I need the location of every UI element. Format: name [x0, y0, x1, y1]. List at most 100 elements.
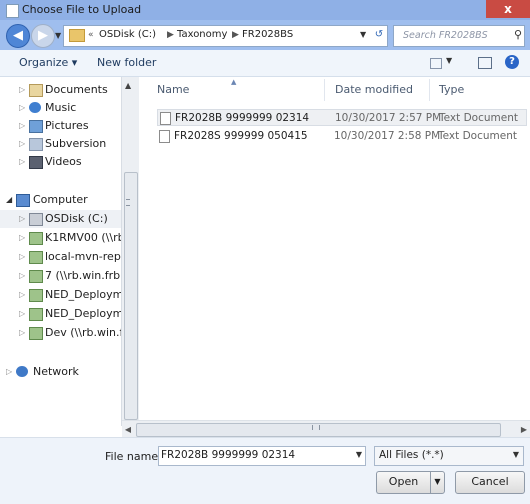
scroll-up-icon[interactable]: ▲ [125, 81, 131, 90]
file-name-value[interactable]: FR2028B 9999999 02314 [161, 449, 295, 461]
new-folder-button[interactable]: New folder [97, 56, 156, 69]
expand-arrow-icon[interactable]: ▷ [19, 121, 25, 130]
nav-item-ned-deployment-2[interactable]: ▷ NED_Deploymer [0, 305, 122, 323]
scroll-grip-icon [126, 199, 130, 206]
expand-arrow-icon[interactable]: ▷ [19, 85, 25, 94]
search-placeholder: Search FR2028BS [403, 30, 488, 41]
recent-crumb-chevron[interactable]: « [88, 30, 94, 40]
file-date: 10/30/2017 2:57 PM [335, 112, 442, 124]
nav-item-label: Pictures [45, 119, 89, 132]
refresh-button[interactable]: ↺ [371, 25, 387, 45]
expand-arrow-icon[interactable]: ▷ [19, 328, 25, 337]
organize-button[interactable]: Organize ▾ [19, 56, 77, 69]
file-type-filter[interactable]: All Files (*.*) ▼ [374, 446, 524, 466]
nav-item-documents[interactable]: ▷ Documents [0, 81, 122, 99]
crumb-chevron-icon[interactable]: ▶ [232, 30, 239, 40]
music-icon [29, 102, 41, 113]
expand-arrow-icon[interactable]: ▷ [19, 233, 25, 242]
nav-item-videos[interactable]: ▷ Videos [0, 153, 122, 171]
nav-item-network[interactable]: ▷ Network [0, 363, 122, 381]
column-header-name[interactable]: Name [157, 83, 189, 96]
crumb-taxonomy[interactable]: Taxonomy [177, 29, 227, 40]
crumb-chevron-icon[interactable]: ▶ [167, 30, 174, 40]
crumb-osdisk[interactable]: OSDisk (C:) [99, 29, 156, 40]
scroll-thumb[interactable] [124, 172, 138, 420]
file-name-dropdown-icon[interactable]: ▼ [356, 450, 362, 459]
nav-item-label: OSDisk (C:) [45, 212, 108, 225]
nav-item-label: Computer [33, 193, 88, 206]
file-name-label: File name: [105, 450, 162, 463]
nav-item-subversion[interactable]: ▷ Subversion [0, 135, 122, 153]
help-icon[interactable]: ? [505, 55, 519, 69]
nav-item-music[interactable]: ▷ Music [0, 99, 122, 117]
scroll-right-icon[interactable]: ▶ [518, 421, 530, 438]
network-icon [16, 366, 28, 377]
expand-arrow-icon[interactable]: ▷ [19, 309, 25, 318]
nav-pane-scrollbar[interactable]: ▲ [121, 77, 139, 426]
nav-item-pictures[interactable]: ▷ Pictures [0, 117, 122, 135]
file-row[interactable]: FR2028B 9999999 02314 10/30/2017 2:57 PM… [157, 109, 527, 126]
recent-locations-dropdown[interactable]: ▼ [55, 31, 61, 40]
expand-arrow-icon[interactable]: ▷ [19, 139, 25, 148]
network-drive-icon [29, 251, 43, 264]
file-type: Text Document [439, 112, 518, 124]
file-name-input[interactable]: FR2028B 9999999 02314 ▼ [158, 446, 366, 466]
search-box[interactable]: Search FR2028BS ⚲ [393, 25, 525, 47]
nav-item-dev[interactable]: ▷ Dev (\\rb.win.frb. [0, 324, 122, 342]
address-dropdown-icon[interactable]: ▼ [360, 30, 366, 39]
nav-item-label: Subversion [45, 137, 107, 150]
nav-item-osdisk[interactable]: ▷ OSDisk (C:) [0, 210, 122, 228]
expand-arrow-icon[interactable]: ▷ [19, 103, 25, 112]
expand-arrow-icon[interactable]: ▷ [19, 157, 25, 166]
collapse-arrow-icon[interactable]: ◢ [6, 195, 12, 204]
open-button[interactable]: Open [376, 471, 430, 494]
subversion-icon [29, 138, 43, 151]
nav-item-label: Network [33, 365, 79, 378]
open-options-dropdown[interactable]: ▼ [430, 471, 445, 494]
expand-arrow-icon[interactable]: ▷ [19, 271, 25, 280]
address-bar[interactable]: « OSDisk (C:) ▶ Taxonomy ▶ FR2028BS ▼ [63, 25, 388, 47]
nav-item-label: Dev (\\rb.win.frb. [45, 326, 122, 339]
preview-pane-icon[interactable] [478, 57, 492, 69]
cancel-button[interactable]: Cancel [455, 471, 525, 494]
nav-item-ned-deployment-1[interactable]: ▷ NED_Deploymer [0, 286, 122, 304]
nav-item-label: NED_Deploymer [45, 288, 122, 301]
back-button[interactable]: ◀ [6, 24, 30, 48]
filter-dropdown-icon[interactable]: ▼ [513, 450, 519, 459]
text-file-icon [159, 130, 170, 143]
expand-arrow-icon[interactable]: ▷ [19, 214, 25, 223]
nav-item-computer[interactable]: ◢ Computer [0, 191, 122, 209]
pictures-icon [29, 120, 43, 133]
change-view-icon[interactable] [430, 58, 442, 69]
title-bar: Choose File to Upload x [0, 0, 530, 20]
file-type-filter-value: All Files (*.*) [379, 449, 444, 461]
nav-item-label: Music [45, 101, 77, 114]
expand-arrow-icon[interactable]: ▷ [19, 290, 25, 299]
view-dropdown-icon[interactable]: ▼ [446, 56, 452, 65]
expand-arrow-icon[interactable]: ▷ [19, 252, 25, 261]
nav-item-label: 7 (\\rb.win.frb.org [45, 269, 122, 282]
column-header-date[interactable]: Date modified [335, 83, 413, 96]
column-divider[interactable] [324, 79, 325, 101]
dialog-icon [6, 4, 19, 18]
network-drive-icon [29, 232, 43, 245]
crumb-fr2028bs[interactable]: FR2028BS [242, 29, 293, 40]
column-header-type[interactable]: Type [439, 83, 464, 96]
expand-arrow-icon[interactable]: ▷ [6, 367, 12, 376]
scroll-left-icon[interactable]: ◀ [122, 421, 134, 438]
network-drive-icon [29, 308, 43, 321]
forward-button[interactable]: ▶ [31, 24, 55, 48]
sort-indicator-icon: ▲ [231, 78, 237, 86]
search-icon[interactable]: ⚲ [514, 28, 522, 41]
videos-icon [29, 156, 43, 169]
drive-icon [29, 213, 43, 226]
nav-item-7[interactable]: ▷ 7 (\\rb.win.frb.org [0, 267, 122, 285]
horizontal-scrollbar[interactable]: ◀ ▶ [122, 420, 530, 438]
file-row[interactable]: FR2028S 999999 050415 10/30/2017 2:58 PM… [157, 128, 527, 145]
network-drive-icon [29, 270, 43, 283]
close-button[interactable]: x [486, 0, 530, 18]
nav-item-local-mvn-repo[interactable]: ▷ local-mvn-repo ( [0, 248, 122, 266]
nav-item-k1rmv00[interactable]: ▷ K1RMV00 (\\rb.w [0, 229, 122, 247]
nav-item-label: K1RMV00 (\\rb.w [45, 231, 122, 244]
column-divider[interactable] [429, 79, 430, 101]
